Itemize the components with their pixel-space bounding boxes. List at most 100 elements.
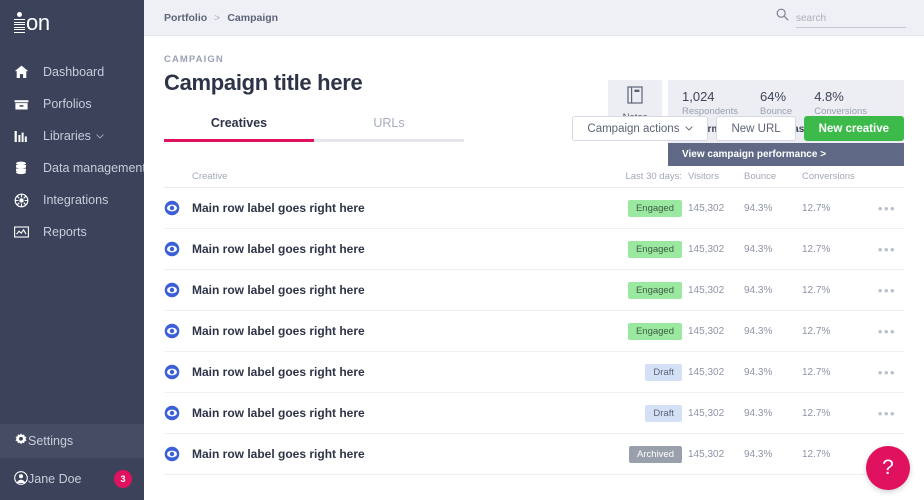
sidebar-item-libraries[interactable]: Libraries [0, 120, 144, 152]
sidebar-bottom: Settings Jane Doe 3 [0, 424, 144, 500]
table-row[interactable]: Main row label goes right here Engaged 145… [164, 188, 904, 229]
folder-icon [14, 96, 34, 112]
sidebar-item-settings[interactable]: Settings [0, 424, 144, 458]
breadcrumb-campaign[interactable]: Campaign [227, 12, 278, 24]
cell-conversions: 12.7% [802, 366, 831, 378]
sidebar-item-dashboard[interactable]: Dashboard [0, 56, 144, 88]
campaign-actions-label: Campaign actions [587, 122, 680, 135]
help-button[interactable]: ? [866, 446, 910, 490]
sidebar: on Dashboard Porfolios Libraries Data ma… [0, 0, 159, 500]
cell-conversions: 12.7% [802, 448, 831, 460]
table-row[interactable]: Main row label goes right here Draft 145,3… [164, 352, 904, 393]
stat-value: 64% [759, 89, 787, 104]
integrations-icon [14, 192, 34, 208]
tabs-row: Creatives URLs Campaign actions New URL … [164, 116, 904, 150]
table-row[interactable]: Main row label goes right here Draft 145,3… [164, 393, 904, 434]
new-creative-button[interactable]: New creative [803, 116, 904, 141]
cell-bounce: 94.3% [744, 407, 773, 419]
stat-conversions: 4.8% Conversions [814, 89, 867, 117]
creative-eye-icon [164, 323, 184, 339]
row-menu-button[interactable]: ••• [870, 406, 904, 421]
creative-label: Main row label goes right here [192, 283, 365, 297]
search-icon[interactable] [776, 8, 789, 26]
cell-bounce: 94.3% [744, 448, 773, 460]
cell-conversions: 12.7% [802, 325, 831, 337]
creatives-table: Creative Last 30 days: Visitors Bounce C… [164, 166, 904, 475]
main-area: Portfolio > Campaign CAMPAIGN Campaign t [144, 0, 924, 500]
cell-visitors: 145,302 [688, 325, 725, 337]
stat-bounce: 64% Bounce [760, 89, 792, 117]
status-badge: Engaged [627, 240, 682, 258]
status-badge: Engaged [627, 322, 682, 340]
creative-label: Main row label goes right here [192, 447, 365, 461]
new-url-button[interactable]: New URL [716, 116, 796, 141]
logo-text: on [26, 10, 50, 35]
table-row[interactable]: Main row label goes right here Engaged 145… [164, 229, 904, 270]
cell-bounce: 94.3% [744, 366, 773, 378]
cell-status: Engaged [616, 281, 682, 299]
logo[interactable]: on [0, 0, 144, 44]
notification-badge[interactable]: 3 [114, 470, 132, 488]
table-header: Creative Last 30 days: Visitors Bounce C… [164, 166, 904, 188]
table-body: Main row label goes right here Engaged 145… [164, 188, 904, 475]
cell-bounce: 94.3% [744, 325, 773, 337]
bar-chart-icon [14, 128, 34, 144]
database-icon [14, 160, 34, 176]
cell-visitors: 145,302 [688, 366, 725, 378]
sidebar-item-reports[interactable]: Reports [0, 216, 144, 248]
row-menu-button[interactable]: ••• [870, 365, 904, 380]
page-eyebrow: CAMPAIGN [164, 54, 224, 65]
search-input[interactable] [796, 13, 906, 28]
cell-creative: Main row label goes right here [164, 446, 434, 462]
row-menu-button[interactable]: ••• [870, 324, 904, 339]
column-header-conversions: Conversions [802, 171, 855, 182]
status-badge: Draft [645, 404, 682, 422]
creative-label: Main row label goes right here [192, 406, 365, 420]
sidebar-user[interactable]: Jane Doe 3 [0, 458, 144, 500]
breadcrumb-separator: > [214, 11, 221, 24]
sidebar-item-integrations[interactable]: Integrations [0, 184, 144, 216]
row-menu-button[interactable]: ••• [870, 242, 904, 257]
notebook-icon [627, 85, 643, 109]
gear-icon [14, 432, 28, 450]
cell-visitors: 145,302 [688, 243, 725, 255]
cell-bounce: 94.3% [744, 243, 773, 255]
creative-eye-icon [164, 282, 184, 298]
status-badge: Engaged [627, 199, 682, 217]
row-menu-button[interactable]: ••• [870, 283, 904, 298]
breadcrumb-portfolio[interactable]: Portfolio [164, 12, 207, 24]
cell-visitors: 145,302 [688, 202, 725, 214]
tab-underline-active [164, 139, 314, 142]
campaign-actions-button[interactable]: Campaign actions [572, 116, 709, 141]
table-row[interactable]: Main row label goes right here Archived 14… [164, 434, 904, 475]
table-row[interactable]: Main row label goes right here Engaged 145… [164, 311, 904, 352]
cell-visitors: 145,302 [688, 284, 725, 296]
sidebar-item-label: Reports [43, 225, 87, 239]
creative-eye-icon [164, 405, 184, 421]
sidebar-item-label: Data management [43, 161, 146, 175]
cell-status: Archived [616, 445, 682, 463]
table-row[interactable]: Main row label goes right here Engaged 145… [164, 270, 904, 311]
cell-status: Engaged [616, 199, 682, 217]
cell-status: Draft [616, 363, 682, 381]
tabs: Creatives URLs [164, 116, 464, 142]
report-chart-icon [14, 224, 34, 240]
creative-eye-icon [164, 200, 184, 216]
sidebar-item-label: Dashboard [43, 65, 105, 79]
cell-conversions: 12.7% [802, 284, 831, 296]
status-badge: Engaged [627, 281, 682, 299]
sidebar-item-data-management[interactable]: Data management [0, 152, 159, 184]
tab-creatives[interactable]: Creatives [164, 116, 314, 139]
sidebar-item-porfolios[interactable]: Porfolios [0, 88, 144, 120]
cell-status: Engaged [616, 322, 682, 340]
row-menu-button[interactable]: ••• [870, 201, 904, 216]
creative-eye-icon [164, 241, 184, 257]
tab-urls[interactable]: URLs [314, 116, 464, 139]
sidebar-user-label: Jane Doe [28, 472, 82, 486]
chevron-down-icon [685, 126, 694, 131]
avatar-icon [14, 470, 28, 488]
tab-underline-inactive [314, 139, 464, 142]
app-root: on Dashboard Porfolios Libraries Data ma… [0, 0, 924, 500]
cell-conversions: 12.7% [802, 202, 831, 214]
stat-row: 1,024 Respondents 64% Bounce 4.8% Conver… [682, 89, 904, 117]
